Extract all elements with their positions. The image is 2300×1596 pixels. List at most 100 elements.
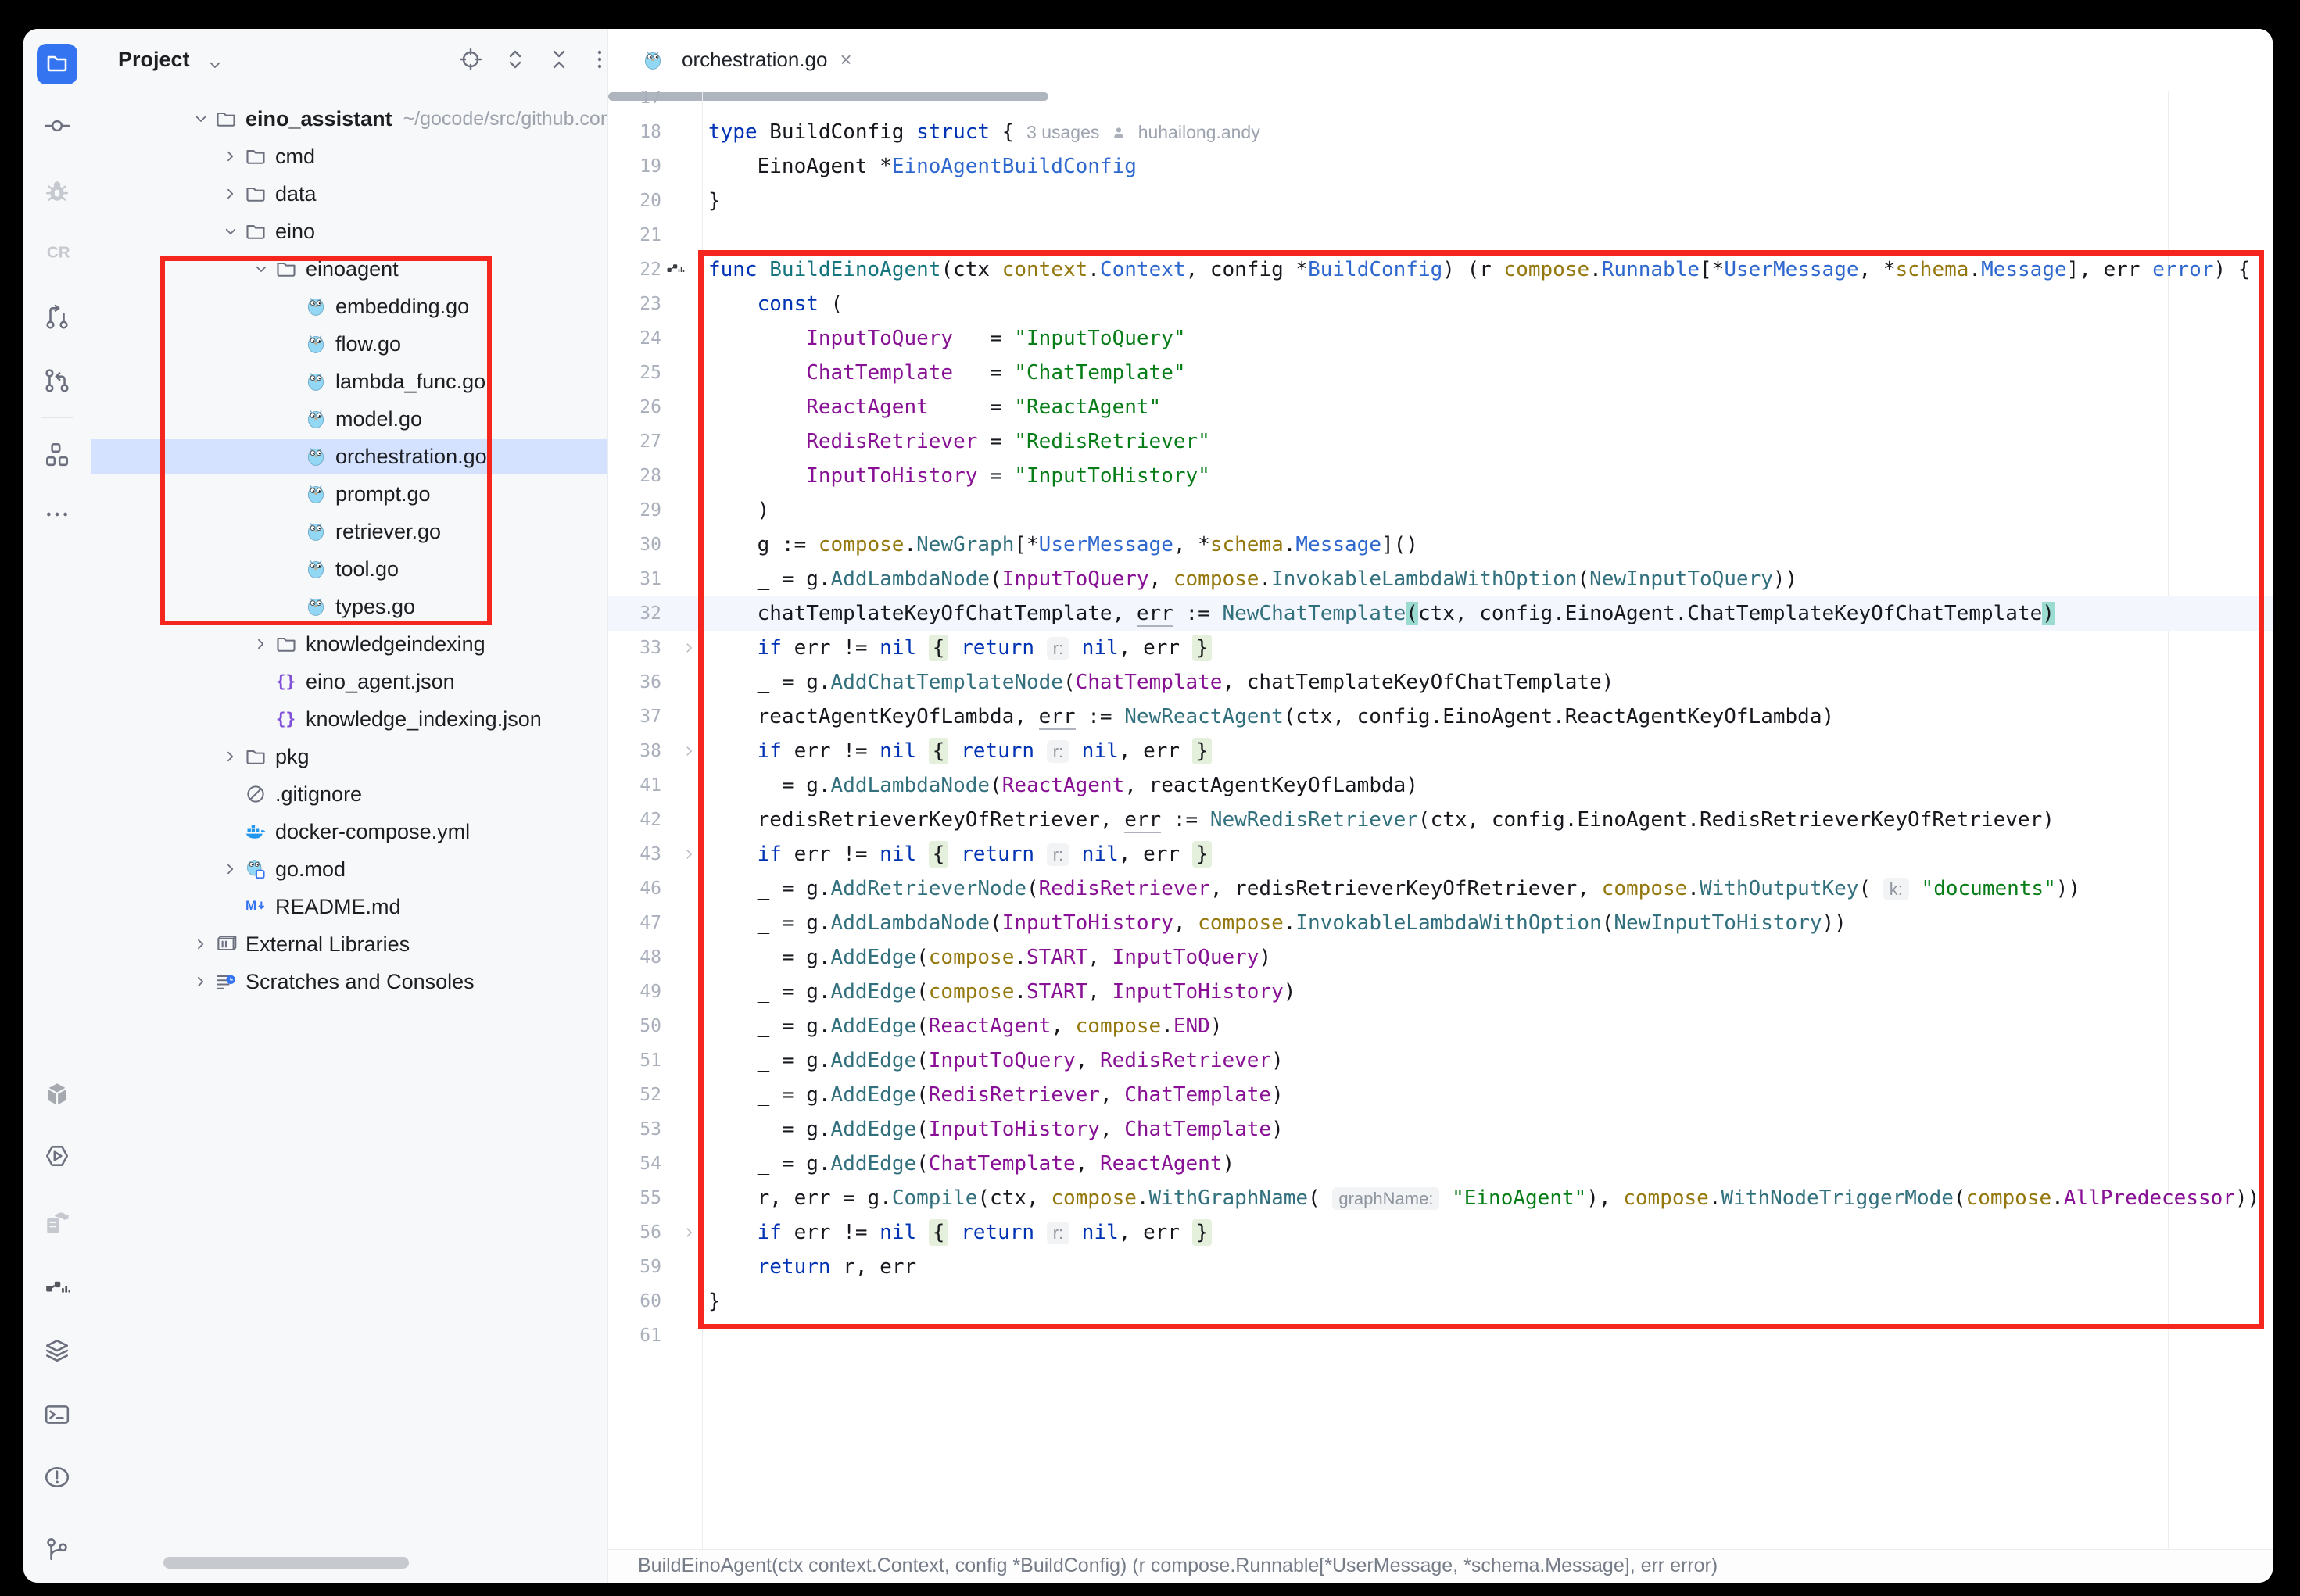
line-number-53[interactable]: 53 xyxy=(608,1112,661,1147)
tree-collapse-chevron[interactable] xyxy=(219,145,242,168)
activity-git-branch-button[interactable] xyxy=(37,1531,77,1572)
code-line-20[interactable]: } xyxy=(708,184,2273,218)
graph-gutter-icon[interactable] xyxy=(665,252,686,287)
activity-run-button[interactable] xyxy=(37,1137,77,1178)
code-line-19[interactable]: EinoAgent *EinoAgentBuildConfig xyxy=(708,149,2273,184)
activity-problems-button[interactable] xyxy=(37,1458,77,1499)
code-line-21[interactable] xyxy=(708,218,2273,252)
line-number-48[interactable]: 48 xyxy=(608,940,661,975)
chevron-down-icon[interactable] xyxy=(206,55,224,78)
line-number-61[interactable]: 61 xyxy=(608,1319,661,1353)
line-number-54[interactable]: 54 xyxy=(608,1147,661,1181)
line-number-37[interactable]: 37 xyxy=(608,700,661,734)
tree-collapse-chevron[interactable] xyxy=(189,932,213,956)
tree-item-eino[interactable]: eino xyxy=(91,214,607,249)
activity-terminal-button[interactable] xyxy=(37,1396,77,1437)
line-number-47[interactable]: 47 xyxy=(608,906,661,940)
activity-commit-button[interactable] xyxy=(37,107,77,148)
fold-chevron-icon[interactable] xyxy=(680,1215,699,1250)
line-number-56[interactable]: 56 xyxy=(608,1215,661,1250)
tree-collapse-chevron[interactable] xyxy=(219,857,242,881)
line-number-22[interactable]: 22 xyxy=(608,252,661,287)
activity-structure-button[interactable] xyxy=(37,435,77,476)
line-number-33[interactable]: 33 xyxy=(608,631,661,665)
panel-collapse-all-button[interactable] xyxy=(546,48,572,74)
line-number-29[interactable]: 29 xyxy=(608,493,661,528)
project-panel-horizontal-scrollbar[interactable] xyxy=(163,1557,409,1569)
tree-expand-chevron[interactable] xyxy=(189,107,213,131)
activity-services-button[interactable] xyxy=(37,1331,77,1372)
tree-item-eino-agent-json[interactable]: {}eino_agent.json xyxy=(91,664,607,699)
activity-code-review-button[interactable]: CR xyxy=(37,233,77,274)
line-number-21[interactable]: 21 xyxy=(608,218,661,252)
line-number-19[interactable]: 19 xyxy=(608,149,661,184)
tree-collapse-chevron[interactable] xyxy=(219,745,242,768)
tree-collapse-chevron[interactable] xyxy=(249,632,273,656)
activity-profiler-button[interactable] xyxy=(37,1267,77,1308)
tree-collapse-chevron[interactable] xyxy=(189,970,213,993)
line-number-18[interactable]: 18 xyxy=(608,115,661,149)
tree-item-cmd[interactable]: cmd xyxy=(91,139,607,174)
tree-item-docker-compose-yml[interactable]: docker-compose.yml xyxy=(91,814,607,849)
project-panel-title[interactable]: Project xyxy=(118,48,190,72)
tree-item-knowledge-indexing-json[interactable]: {}knowledge_indexing.json xyxy=(91,702,607,736)
tree-item-go-mod[interactable]: go.mod xyxy=(91,852,607,886)
line-number-23[interactable]: 23 xyxy=(608,287,661,321)
tree-item-label: docker-compose.yml xyxy=(275,820,470,844)
tree-item-data[interactable]: data xyxy=(91,177,607,211)
tree-item-pkg[interactable]: pkg xyxy=(91,739,607,774)
line-number-36[interactable]: 36 xyxy=(608,665,661,700)
fold-chevron-icon[interactable] xyxy=(680,631,699,665)
tree-item-knowledgeindexing[interactable]: knowledgeindexing xyxy=(91,627,607,661)
tree-item-eino-assistant[interactable]: eino_assistant~/gocode/src/github.com/cl xyxy=(91,102,607,136)
line-number-59[interactable]: 59 xyxy=(608,1250,661,1284)
line-number-25[interactable]: 25 xyxy=(608,356,661,390)
line-number-55[interactable]: 55 xyxy=(608,1181,661,1215)
tree-item-readme-md[interactable]: MREADME.md xyxy=(91,889,607,924)
panel-locate-button[interactable] xyxy=(457,48,484,74)
project-icon xyxy=(45,50,70,79)
fold-chevron-icon[interactable] xyxy=(680,837,699,871)
line-number-50[interactable]: 50 xyxy=(608,1009,661,1043)
line-number-24[interactable]: 24 xyxy=(608,321,661,356)
activity-debug-button[interactable] xyxy=(37,173,77,213)
line-number-28[interactable]: 28 xyxy=(608,459,661,493)
tab-close-icon[interactable]: × xyxy=(840,48,851,72)
line-number-20[interactable]: 20 xyxy=(608,184,661,218)
line-number-31[interactable]: 31 xyxy=(608,562,661,596)
line-number-38[interactable]: 38 xyxy=(608,734,661,768)
activity-more-button[interactable] xyxy=(37,496,77,536)
tree-item-scratches-and-consoles[interactable]: Scratches and Consoles xyxy=(91,964,607,999)
line-number-30[interactable]: 30 xyxy=(608,528,661,562)
tree-expand-chevron[interactable] xyxy=(219,220,242,243)
activity-fork-button[interactable] xyxy=(37,362,77,403)
tree-item-external-libraries[interactable]: External Libraries xyxy=(91,927,607,961)
activity-pull-request-button[interactable] xyxy=(37,299,77,339)
folder-icon xyxy=(242,219,269,244)
panel-expand-all-button[interactable] xyxy=(502,48,528,74)
tree-item--gitignore[interactable]: .gitignore xyxy=(91,777,607,811)
breadcrumb[interactable]: BuildEinoAgent(ctx context.Context, conf… xyxy=(638,1555,1718,1577)
line-number-32[interactable]: 32 xyxy=(608,596,661,631)
line-number-49[interactable]: 49 xyxy=(608,975,661,1009)
tab-orchestration-go[interactable]: orchestration.go × xyxy=(639,29,852,91)
line-number-52[interactable]: 52 xyxy=(608,1078,661,1112)
author-person-icon xyxy=(1099,120,1137,144)
tree-collapse-chevron[interactable] xyxy=(219,182,242,206)
line-number-27[interactable]: 27 xyxy=(608,424,661,459)
package-icon xyxy=(44,1081,70,1111)
line-number-60[interactable]: 60 xyxy=(608,1284,661,1319)
fold-chevron-icon[interactable] xyxy=(680,734,699,768)
activity-package-button[interactable] xyxy=(37,1075,77,1116)
line-number-43[interactable]: 43 xyxy=(608,837,661,871)
activity-project-button[interactable] xyxy=(37,44,77,84)
code-line-18[interactable]: type BuildConfig struct { 3 usages huhai… xyxy=(708,115,2273,149)
line-number-46[interactable]: 46 xyxy=(608,871,661,906)
activity-notebook-button[interactable] xyxy=(37,1204,77,1245)
line-number-42[interactable]: 42 xyxy=(608,803,661,837)
line-number-26[interactable]: 26 xyxy=(608,390,661,424)
line-number-41[interactable]: 41 xyxy=(608,768,661,803)
line-number-51[interactable]: 51 xyxy=(608,1043,661,1078)
line-number-17[interactable]: 17 xyxy=(608,91,661,115)
code-line-17[interactable] xyxy=(708,91,2273,115)
